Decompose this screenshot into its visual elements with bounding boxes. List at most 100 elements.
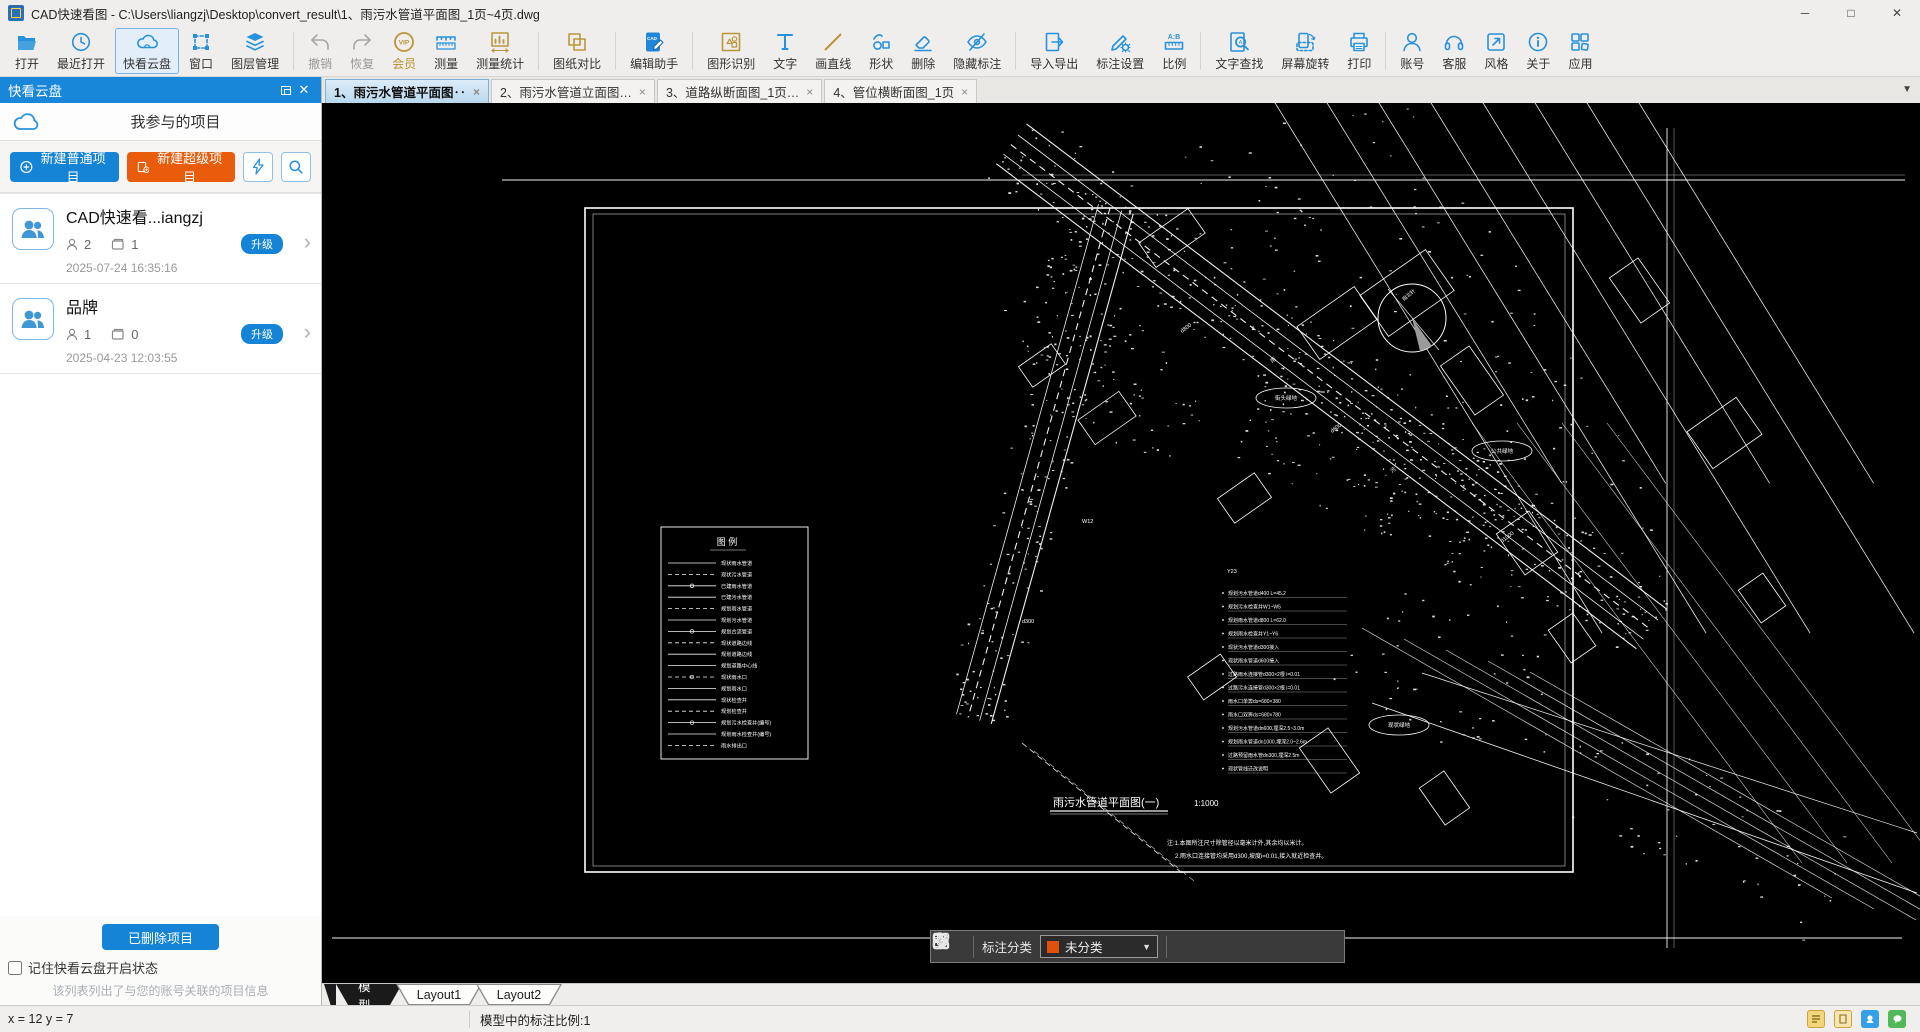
toolbar-item-redo[interactable]: 恢复: [342, 28, 382, 74]
toolbar-item-apps[interactable]: 应用: [1560, 28, 1600, 74]
drawing-tab-3[interactable]: 3、道路纵断面图_1页… ×: [656, 79, 823, 103]
drawing-tab-4[interactable]: 4、管位横断面图_1页 ×: [824, 79, 978, 103]
svg-text:规划雨水口: 规划雨水口: [721, 684, 747, 692]
toolbar-item-import-export[interactable]: 导入导出: [1022, 28, 1086, 74]
remember-checkbox[interactable]: [8, 960, 22, 975]
my-projects-section: 我参与的项目: [0, 103, 321, 141]
tab-close-icon[interactable]: ×: [961, 85, 968, 99]
svg-text:过路预留雨水管dn300,埋深2.5m: 过路预留雨水管dn300,埋深2.5m: [1228, 752, 1299, 759]
toolbar-item-shapes[interactable]: 形状: [861, 28, 901, 74]
search-project-button[interactable]: [281, 151, 311, 182]
toolbar-label: 屏幕旋转: [1281, 57, 1330, 71]
annotation-scale-text: 模型中的标注比例:1: [480, 1013, 591, 1028]
svg-text:已建污水管道: 已建污水管道: [721, 593, 752, 601]
toolbar-label: 风格: [1484, 57, 1509, 71]
shape-recognize-icon: [719, 30, 743, 54]
svg-text:W12: W12: [1082, 519, 1093, 525]
toolbar-item-ratio[interactable]: A:B 比例: [1154, 28, 1194, 74]
annotation-category-select[interactable]: 未分类 ▼: [1040, 935, 1159, 958]
cloud-panel-footer: 已删除项目 记住快看云盘开启状态 该列表列出了与您的账号关联的项目信息: [0, 916, 321, 1005]
drawing-tab-2[interactable]: 2、雨污水管道立面图… ×: [490, 79, 655, 103]
maximize-button[interactable]: □: [1828, 0, 1874, 26]
toolbar-item-account[interactable]: 账号: [1392, 28, 1432, 74]
tab-close-icon[interactable]: ×: [806, 85, 813, 99]
minimize-button[interactable]: ─: [1782, 0, 1828, 26]
layout-tab-layout1[interactable]: Layout1: [396, 984, 482, 1005]
project-avatar: [12, 298, 54, 340]
toolbar-item-edit-assistant[interactable]: CAD 编辑助手: [622, 28, 686, 74]
toolbar-item-cloud[interactable]: 快看云盘: [115, 28, 180, 74]
toolbar-label: 图形识别: [707, 57, 756, 71]
svg-text:现状检查井: 现状检查井: [721, 696, 747, 704]
toolbar-item-about[interactable]: 关于: [1518, 28, 1558, 74]
toolbar-item-text[interactable]: 文字: [765, 28, 805, 74]
team-icon: [21, 310, 45, 328]
toolbar-item-measure-stats[interactable]: 测量统计: [468, 28, 532, 74]
files-count: 1: [131, 236, 139, 252]
tab-overflow-icon[interactable]: ▼: [1902, 84, 1912, 95]
annotation-move-button[interactable]: [933, 933, 1235, 960]
sync-button[interactable]: [243, 151, 273, 182]
chevron-right-icon[interactable]: ›: [304, 321, 311, 343]
new-super-project-button[interactable]: 新建超级项目: [126, 151, 235, 185]
toolbar-item-draw-line[interactable]: 画直线: [807, 28, 859, 74]
feedback-icon[interactable]: [1807, 1010, 1825, 1028]
toolbar-item-print[interactable]: 打印: [1339, 28, 1379, 74]
toolbar-item-rotate-screen[interactable]: 屏幕旋转: [1273, 28, 1337, 74]
project-actions: 新建普通项目 新建超级项目: [0, 141, 321, 193]
toolbar-item-compare[interactable]: 图纸对比: [545, 28, 609, 74]
wechat-support-icon[interactable]: [1888, 1010, 1906, 1028]
toolbar-item-hide-annotation[interactable]: 隐藏标注: [945, 28, 1009, 74]
toolbar-item-style[interactable]: 风格: [1476, 28, 1516, 74]
annotation-copy-button[interactable]: [933, 933, 1269, 960]
cad-canvas[interactable]: d800 d600 W12 Y23 雨污 d1000 d300 指北针图 例现状雨水管道 现状污…: [322, 103, 1920, 983]
upgrade-badge[interactable]: 升级: [241, 324, 283, 344]
panel-close-icon[interactable]: ✕: [295, 81, 313, 99]
svg-text:过路雨水连接管d300×2根 i=0.01: 过路雨水连接管d300×2根 i=0.01: [1228, 671, 1300, 678]
annotation-edit-button[interactable]: [932, 933, 1201, 960]
project-card-1[interactable]: CAD快速看...iangzj 2 1 升级 2025-07-24 16:35:…: [0, 193, 321, 284]
toolbar-item-support[interactable]: 客服: [1434, 28, 1474, 74]
toolbar-item-annotation-settings[interactable]: 标注设置: [1088, 28, 1152, 74]
toolbar-label: 导入导出: [1030, 57, 1079, 71]
svg-text:规划污水管道d400 L=45.2: 规划污水管道d400 L=45.2: [1228, 590, 1286, 597]
toolbar-item-vip[interactable]: VIP 会员: [384, 28, 424, 74]
annotation-paste-button[interactable]: [933, 932, 1303, 960]
toolbar-item-undo[interactable]: 撤销: [300, 28, 340, 74]
tab-close-icon[interactable]: ×: [473, 85, 480, 99]
project-avatar: [12, 208, 54, 250]
drawing-tab-1[interactable]: 1、雨污水管道平面图‥ ×: [325, 79, 489, 103]
layout-tab-layout2[interactable]: Layout2: [476, 984, 562, 1005]
find-text-icon: A: [1227, 30, 1251, 54]
project-card-2[interactable]: 品牌 1 0 升级 2025-04-23 12:03:55 ›: [0, 284, 321, 374]
toolbar-item-delete[interactable]: 删除: [903, 28, 943, 74]
svg-text:A:B: A:B: [1168, 34, 1180, 41]
log-icon[interactable]: [1834, 1010, 1852, 1028]
toolbar-item-shape-recognize[interactable]: 图形识别: [699, 28, 763, 74]
upgrade-badge[interactable]: 升级: [241, 234, 283, 254]
toolbar-item-recent[interactable]: 最近打开: [49, 28, 113, 74]
qq-support-icon[interactable]: [1861, 1010, 1879, 1028]
toolbar-item-measure[interactable]: 测量: [426, 28, 466, 74]
new-normal-project-button[interactable]: 新建普通项目: [10, 151, 119, 185]
annotation-settings-icon: [1108, 30, 1132, 54]
tab-close-icon[interactable]: ×: [639, 85, 646, 99]
toolbar-item-layers[interactable]: 图层管理: [223, 28, 287, 74]
shapes-icon: [869, 30, 893, 54]
deleted-projects-button[interactable]: 已删除项目: [101, 924, 219, 950]
members-icon: [66, 328, 78, 340]
toolbar-item-window[interactable]: 窗口: [181, 28, 221, 74]
cursor-coordinates: x = 12 y = 7: [8, 1012, 74, 1026]
files-count: 0: [131, 326, 139, 342]
svg-text:规划污水管道: 规划污水管道: [721, 616, 752, 624]
toolbar-label: 文字: [773, 57, 798, 71]
layout-tab-model[interactable]: 模型: [336, 984, 402, 1005]
close-button[interactable]: ✕: [1874, 0, 1920, 26]
toolbar-item-find-text[interactable]: A 文字查找: [1207, 28, 1271, 74]
svg-text:现状雨水管道: 现状雨水管道: [721, 559, 752, 567]
panel-float-icon[interactable]: [277, 81, 295, 99]
toolbar-item-open[interactable]: 打开: [7, 28, 47, 74]
toolbar-label: 打印: [1347, 57, 1372, 71]
project-date: 2025-04-23 12:03:55: [66, 351, 178, 365]
chevron-right-icon[interactable]: ›: [304, 231, 311, 253]
